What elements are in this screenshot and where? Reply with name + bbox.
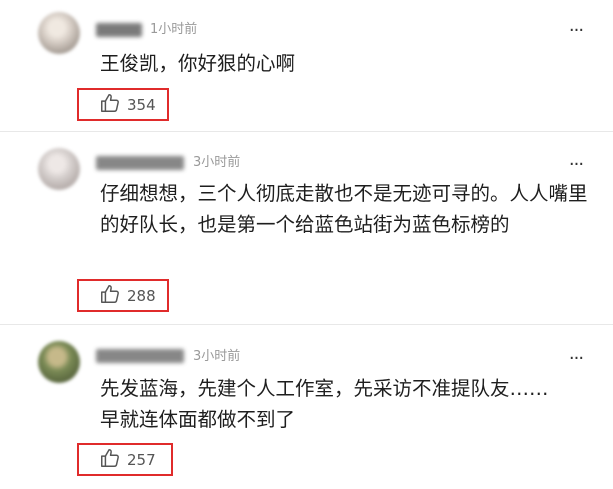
like-count: 257 bbox=[127, 450, 156, 469]
thumbs-up-icon bbox=[99, 283, 121, 309]
like-button[interactable]: 354 bbox=[77, 88, 169, 121]
like-button[interactable]: 288 bbox=[77, 279, 169, 312]
more-options-icon[interactable]: ··· bbox=[566, 156, 586, 174]
like-button[interactable]: 257 bbox=[77, 443, 173, 476]
comment-time: 1小时前 bbox=[150, 22, 198, 37]
more-options-icon[interactable]: ··· bbox=[566, 22, 586, 40]
comment-text: 仔细想想，三个人彻底走散也不是无迹可寻的。人人嘴里的好队长，也是第一个给蓝色站街… bbox=[100, 182, 588, 236]
avatar[interactable] bbox=[38, 148, 80, 190]
username-blurred[interactable] bbox=[96, 23, 142, 37]
more-options-icon[interactable]: ··· bbox=[566, 350, 586, 368]
comment-text: 先发蓝海，先建个人工作室，先采访不准提队友……早就连体面都做不到了 bbox=[100, 377, 549, 431]
like-count: 354 bbox=[127, 95, 156, 114]
thumbs-up-icon bbox=[99, 92, 121, 118]
comment-time: 3小时前 bbox=[193, 155, 241, 170]
comment-item: 1小时前 ··· 王俊凯，你好狠的心啊 354 bbox=[0, 0, 613, 131]
username-blurred[interactable] bbox=[96, 156, 184, 170]
thumbs-up-icon bbox=[99, 447, 121, 473]
avatar[interactable] bbox=[38, 341, 80, 383]
comment-text: 王俊凯，你好狠的心啊 bbox=[100, 52, 296, 75]
comment-item: 3小时前 ··· 仔细想想，三个人彻底走散也不是无迹可寻的。人人嘴里的好队长，也… bbox=[0, 132, 613, 324]
comment-time: 3小时前 bbox=[193, 349, 241, 364]
comment-item: 3小时前 ··· 先发蓝海，先建个人工作室，先采访不准提队友……早就连体面都做不… bbox=[0, 325, 613, 489]
like-count: 288 bbox=[127, 286, 156, 305]
username-blurred[interactable] bbox=[96, 349, 184, 363]
avatar[interactable] bbox=[38, 12, 80, 54]
